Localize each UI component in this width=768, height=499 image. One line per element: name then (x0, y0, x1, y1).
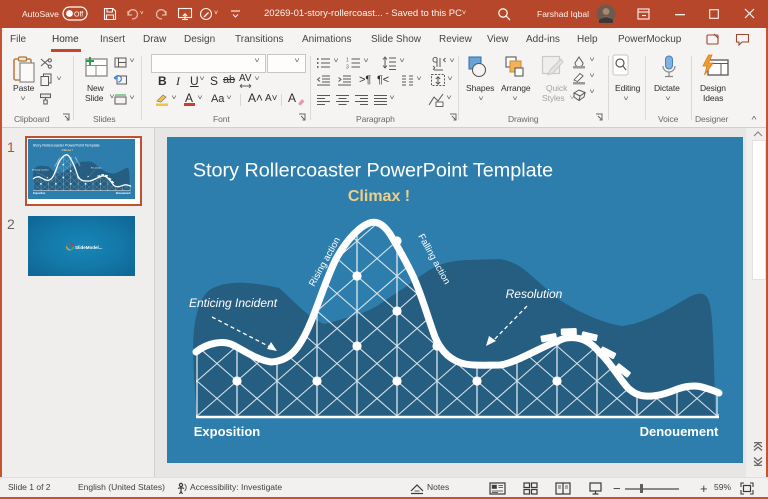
svg-text:Resolution: Resolution (506, 287, 563, 301)
svg-text:Enticing Incident: Enticing Incident (189, 296, 278, 310)
svg-text:Denouement: Denouement (640, 424, 719, 439)
svg-text:Climax !: Climax ! (348, 188, 410, 205)
svg-text:SlideModel...: SlideModel... (75, 245, 103, 250)
svg-text:3: 3 (346, 65, 349, 70)
svg-text:Story Rollercoaster PowerPoint: Story Rollercoaster PowerPoint Template (193, 160, 553, 182)
svg-text:1: 1 (346, 58, 349, 64)
svg-text:Exposition: Exposition (194, 424, 261, 439)
svg-text:Off: Off (74, 12, 83, 19)
